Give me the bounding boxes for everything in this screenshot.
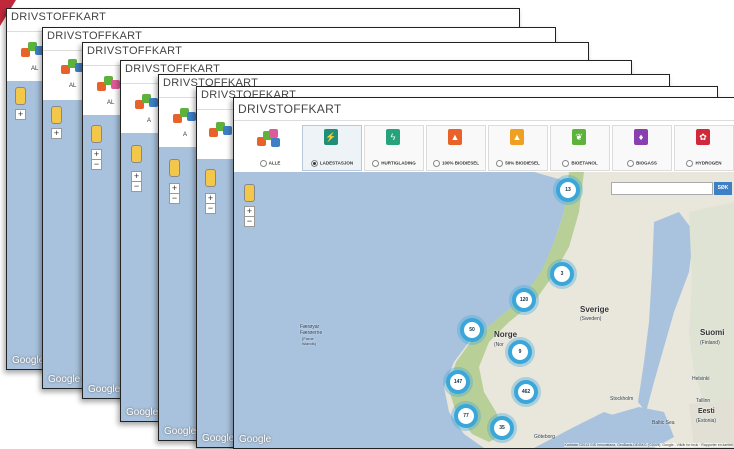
window-title: DRIVSTOFFKART [11,11,107,23]
map-label-helsinki: Helsinki [692,376,710,382]
google-logo: Google [164,426,197,437]
map-label-faroe-en-2: Islands) [302,341,317,346]
filter-label: LADESTASJON [319,160,354,166]
filter-label-alle: AL [31,66,39,72]
filter-hurtiglading[interactable]: ϟ HURTIGLADING [364,125,424,171]
map-label-goteborg: Göteborg [534,434,555,440]
marker-cluster[interactable]: 50 [460,318,484,342]
google-logo: Google [48,374,81,385]
map-area[interactable]: SØK + − 13 3 120 50 9 147 462 77 35 Sver… [234,172,734,448]
map-label-sweden-en: (Sweden) [580,316,602,322]
google-logo: Google [12,355,45,366]
filter-label: HYDROGEN [695,160,722,166]
marker-cluster[interactable]: 9 [508,340,532,364]
biodiesel-50-icon: ▲ [510,129,524,145]
filter-label: 100% BIODIESEL [441,160,479,166]
search-input[interactable] [611,182,713,195]
google-logo: Google [88,384,121,395]
filter-biodiesel-100[interactable]: ▲ 100% BIODIESEL [426,125,486,171]
marker-cluster[interactable]: 147 [446,370,470,394]
multi-fuel-icon [135,92,159,114]
filter-label: HURTIGLADING [381,160,416,166]
pegman-icon[interactable] [244,184,255,202]
filter-hydrogen[interactable]: ✿ HYDROGEN [674,125,734,171]
zoom-out-button[interactable]: − [91,159,102,170]
multi-fuel-icon [97,74,121,96]
fast-charging-icon: ϟ [386,129,400,145]
map-label-tallinn: Tallinn [696,398,711,404]
pegman-icon[interactable] [205,169,216,187]
search-button[interactable]: SØK [714,182,732,195]
radio-alle[interactable] [259,160,267,167]
zoom-out-button[interactable]: − [244,216,255,227]
window-title: DRIVSTOFFKART [238,102,342,116]
biodiesel-100-icon: ▲ [448,129,462,145]
map-attribution[interactable]: Kartdata ©2013 GIS Innovatiana, GeoBasis… [564,443,733,447]
pegman-icon[interactable] [131,145,142,163]
marker-cluster[interactable]: 120 [512,288,536,312]
radio-biodiesel-100[interactable] [432,160,440,167]
map-label-sweden: Sverige [580,305,609,314]
map-label-stockholm: Stockholm [610,396,634,402]
pegman-icon[interactable] [91,125,102,143]
map-label-estonia: Eesti [698,408,715,415]
filter-bar: ALLE ⚡ LADESTASJON ϟ HURTIGLADING ▲ 100%… [234,120,734,173]
map-label-norway-en: (Nor [494,342,504,348]
google-logo: Google [202,433,235,444]
filter-label-alle: AL [69,83,77,89]
pegman-icon[interactable] [51,106,62,124]
zoom-in-button[interactable]: + [15,109,26,120]
filter-label: ALLE [268,160,281,166]
filter-label-alle: A [183,132,188,138]
marker-cluster[interactable]: 77 [454,404,478,428]
filter-alle[interactable]: ALLE [240,125,300,171]
filter-label: BIOETANOL [571,160,598,166]
zoom-in-button[interactable]: + [51,128,62,139]
zoom-out-button[interactable]: − [131,181,142,192]
filter-ladestasjon[interactable]: ⚡ LADESTASJON [302,125,362,171]
map-label-estonia-en: (Estonia) [696,418,717,424]
radio-biogass[interactable] [627,160,635,167]
biogas-icon: ♦ [634,129,648,145]
filter-biogass[interactable]: ♦ BIOGASS [612,125,672,171]
radio-ladestasjon[interactable] [310,160,318,167]
filter-label: 50% BIODIESEL [505,160,540,166]
multi-fuel-icon [257,129,281,151]
bioethanol-icon: ❦ [572,129,586,145]
google-logo: Google [126,407,159,418]
map-label-baltic: Baltic Sea [652,420,675,426]
filter-label: BIOGASS [636,160,657,166]
map-label-norway: Norge [494,330,518,339]
pegman-icon[interactable] [15,87,26,105]
filter-label-alle: A [147,118,152,124]
google-logo: Google [239,434,272,445]
radio-hydrogen[interactable] [686,160,694,167]
front-window: DRIVSTOFFKART ALLE ⚡ LADESTASJON ϟ HURTI… [233,97,734,449]
map-label-finland: Suomi [700,328,725,337]
hydrogen-icon: ✿ [696,129,710,145]
radio-biodiesel-50[interactable] [496,160,504,167]
filter-label-alle: AL [107,100,115,106]
map-label-finland-en: (Finland) [700,340,720,346]
map-land [444,172,734,448]
zoom-out-button[interactable]: − [205,203,216,214]
marker-cluster[interactable]: 462 [514,380,538,404]
radio-hurtiglading[interactable] [372,160,380,167]
marker-cluster[interactable]: 3 [550,262,574,286]
marker-cluster[interactable]: 35 [490,416,514,440]
zoom-out-button[interactable]: − [169,193,180,204]
window-title: DRIVSTOFFKART [87,45,183,57]
multi-fuel-icon [209,120,233,142]
pegman-icon[interactable] [169,159,180,177]
window-title: DRIVSTOFFKART [47,30,143,42]
multi-fuel-icon [173,106,197,128]
marker-cluster[interactable]: 13 [556,178,580,202]
radio-bioetanol[interactable] [562,160,570,167]
charging-station-icon: ⚡ [324,129,338,145]
filter-bioetanol[interactable]: ❦ BIOETANOL [550,125,610,171]
filter-biodiesel-50[interactable]: ▲ 50% BIODIESEL [488,125,548,171]
